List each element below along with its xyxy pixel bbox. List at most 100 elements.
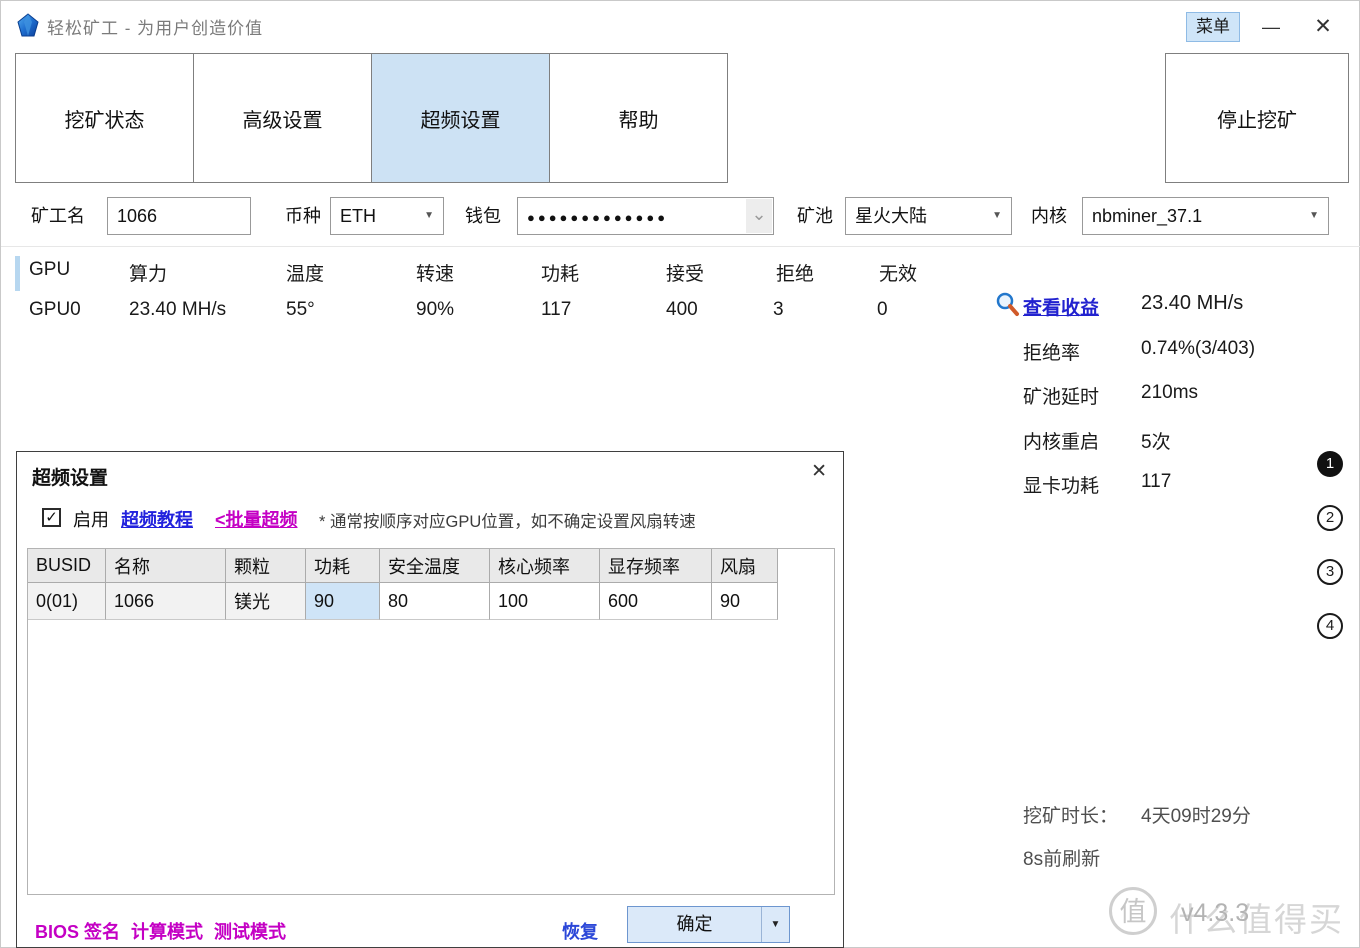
wallet-masked-value: ●●●●●●●●●●●●●	[527, 210, 668, 225]
coin-label: 币种	[285, 197, 321, 235]
gpu-col-header: 转速	[416, 259, 454, 286]
menu-button[interactable]: 菜单	[1186, 12, 1240, 42]
oc-cell-safe-temp[interactable]: 80	[380, 583, 490, 620]
mining-duration-value: 4天09时29分	[1141, 801, 1251, 828]
gpu-cell-name: GPU0	[29, 299, 81, 321]
oc-cell-core-clock[interactable]: 100	[490, 583, 600, 620]
kernel-select[interactable]: nbminer_37.1 ▼	[1082, 197, 1329, 235]
gpu-cell-rejected: 3	[773, 299, 784, 321]
enable-label: 启用	[73, 506, 109, 532]
dialog-close-icon[interactable]: ✕	[811, 460, 827, 483]
view-earnings-link[interactable]: 查看收益	[1023, 293, 1099, 320]
magnifier-icon	[994, 291, 1020, 317]
reject-rate-label: 拒绝率	[1023, 338, 1080, 365]
total-hashrate-value: 23.40 MH/s	[1141, 292, 1243, 315]
divider	[1, 246, 1360, 247]
chevron-down-icon: ▼	[1309, 198, 1319, 234]
ok-button-label[interactable]: 确定	[628, 907, 761, 942]
gpu-cell-hashrate: 23.40 MH/s	[129, 299, 226, 321]
pool-latency-label: 矿池延时	[1023, 382, 1099, 409]
kernel-label: 内核	[1031, 197, 1067, 235]
overclock-table-header: BUSID 名称 颗粒 功耗 安全温度 核心频率 显存频率 风扇	[28, 549, 834, 583]
gpu-power-value: 117	[1141, 471, 1171, 493]
miner-name-input[interactable]: 1066	[107, 197, 251, 235]
annotation-marker-1: 1	[1317, 451, 1343, 477]
gpu-col-header: GPU	[29, 259, 70, 281]
stop-mining-button[interactable]: 停止挖矿	[1165, 53, 1349, 183]
chevron-down-icon[interactable]: ⌄	[746, 199, 772, 233]
bios-signature-link[interactable]: BIOS 签名	[35, 918, 120, 944]
coin-value: ETH	[340, 206, 376, 226]
pool-select[interactable]: 星火大陆 ▼	[845, 197, 1012, 235]
miner-name-label: 矿工名	[31, 197, 85, 235]
annotation-marker-3: 3	[1317, 559, 1343, 585]
gpu-cell-temp: 55°	[286, 299, 315, 321]
gpu-col-header: 算力	[129, 259, 167, 286]
close-button[interactable]: ✕	[1306, 11, 1340, 43]
oc-col-header: 风扇	[712, 549, 778, 583]
tab-mining-status[interactable]: 挖矿状态	[15, 53, 194, 183]
oc-col-header: 显存频率	[600, 549, 712, 583]
enable-checkbox[interactable]: ✓	[42, 508, 61, 527]
oc-cell-fan[interactable]: 90	[712, 583, 778, 620]
overclock-dialog: 超频设置 ✕ ✓ 启用 超频教程 <批量超频 * 通常按顺序对应GPU位置，如不…	[16, 451, 844, 948]
mining-duration-label: 挖矿时长：	[1023, 801, 1118, 828]
kernel-restarts-label: 内核重启	[1023, 427, 1099, 454]
stop-mining-label: 停止挖矿	[1217, 104, 1297, 133]
oc-cell-power-limit[interactable]: 90	[306, 583, 380, 620]
restore-link[interactable]: 恢复	[562, 918, 598, 944]
minimize-button[interactable]: —	[1256, 13, 1286, 41]
refresh-status-text: 8s前刷新	[1023, 844, 1100, 871]
chevron-down-icon: ▼	[992, 198, 1002, 234]
dialog-title: 超频设置	[32, 463, 108, 490]
tab-label: 高级设置	[243, 104, 323, 133]
test-mode-link[interactable]: 测试模式	[214, 918, 286, 944]
annotation-marker-2: 2	[1317, 505, 1343, 531]
batch-overclock-link[interactable]: <批量超频	[215, 506, 298, 532]
oc-col-header: BUSID	[28, 549, 106, 583]
coin-select[interactable]: ETH ▼	[330, 197, 444, 235]
window-title: 轻松矿工 - 为用户创造价值	[47, 14, 263, 39]
oc-cell-memory-vendor: 镁光	[226, 583, 306, 620]
overclock-hint-text: * 通常按顺序对应GPU位置，如不确定设置风扇转速	[319, 508, 696, 532]
gpu-power-label: 显卡功耗	[1023, 471, 1099, 498]
tab-help[interactable]: 帮助	[549, 53, 728, 183]
tab-overclock-settings[interactable]: 超频设置	[371, 53, 550, 183]
oc-col-header: 安全温度	[380, 549, 490, 583]
tab-label: 帮助	[619, 104, 659, 133]
wallet-label: 钱包	[465, 197, 501, 235]
oc-cell-busid: 0(01)	[28, 583, 106, 620]
tab-label: 挖矿状态	[65, 104, 145, 133]
reject-rate-value: 0.74%(3/403)	[1141, 338, 1255, 360]
app-logo-icon	[14, 12, 42, 40]
gpu-col-header: 接受	[666, 259, 704, 286]
oc-cell-mem-clock[interactable]: 600	[600, 583, 712, 620]
pool-latency-value: 210ms	[1141, 382, 1198, 404]
gpu-cell-accepted: 400	[666, 299, 698, 321]
app-version-text: v4.3.3	[1181, 899, 1249, 928]
tab-label: 超频设置	[421, 104, 501, 133]
gpu-cell-invalid: 0	[877, 299, 888, 321]
oc-col-header: 颗粒	[226, 549, 306, 583]
wallet-input[interactable]: ●●●●●●●●●●●●● ⌄	[517, 197, 774, 235]
pool-label: 矿池	[797, 197, 833, 235]
oc-cell-name: 1066	[106, 583, 226, 620]
kernel-restarts-value: 5次	[1141, 427, 1171, 454]
ok-split-button[interactable]: 确定 ▼	[627, 906, 790, 943]
chevron-down-icon: ▼	[424, 198, 434, 234]
annotation-marker-4: 4	[1317, 613, 1343, 639]
gpu-col-header: 功耗	[541, 259, 579, 286]
overclock-tutorial-link[interactable]: 超频教程	[121, 506, 193, 532]
gpu-cell-power: 117	[541, 299, 571, 321]
compute-mode-link[interactable]: 计算模式	[131, 918, 203, 944]
gpu-cell-fan: 90%	[416, 299, 454, 321]
overclock-table-row: 0(01) 1066 镁光 90 80 100 600 90	[28, 583, 834, 620]
ok-dropdown-arrow-icon[interactable]: ▼	[761, 907, 789, 942]
gpu-row-accent-bar	[15, 256, 20, 291]
dialog-footer-links: BIOS 签名 计算模式 测试模式	[35, 918, 286, 944]
oc-col-header: 核心频率	[490, 549, 600, 583]
tab-advanced-settings[interactable]: 高级设置	[193, 53, 372, 183]
watermark-badge: 值	[1109, 887, 1157, 935]
oc-col-header: 名称	[106, 549, 226, 583]
kernel-value: nbminer_37.1	[1092, 206, 1202, 226]
